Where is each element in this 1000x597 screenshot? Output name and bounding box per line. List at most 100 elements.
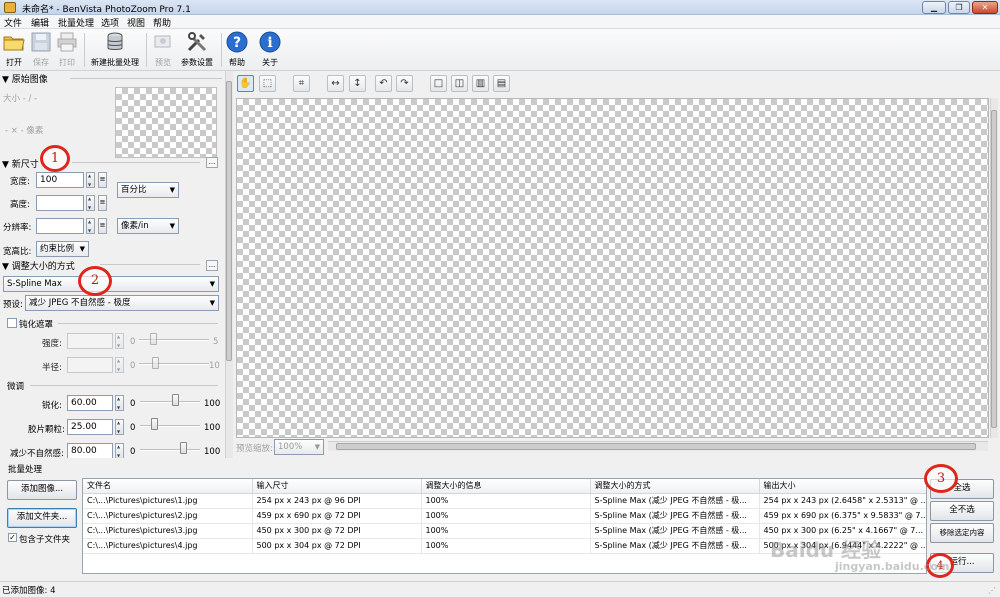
sharpen-slider-track[interactable] [140,401,200,403]
radius-slider-track[interactable] [139,363,209,365]
table-cell: 459 px x 690 px (6.375" x 9.5833" @ 7... [759,508,926,524]
preview-horizontal-scrollbar[interactable] [328,441,988,451]
resize-more-button[interactable]: ... [206,260,218,271]
rotate-left-button[interactable]: ↶ [375,75,392,92]
table-cell: C:\...\Pictures\pictures\4.jpg [83,538,253,554]
grain-slider-thumb[interactable] [151,418,158,430]
scrollbar-thumb[interactable] [336,443,976,450]
table-cell: S-Spline Max (减少 JPEG 不自然感 - 极... [590,538,760,554]
resize-method-header[interactable]: ▼ 调整大小的方式 [2,259,75,272]
radius-input[interactable] [67,357,113,373]
resolution-spinner[interactable] [86,218,95,234]
grain-slider-track[interactable] [140,425,200,427]
print-button[interactable]: 打印 [55,31,79,69]
width-spinner[interactable] [86,172,95,188]
stacked-view-button[interactable]: ▤ [493,75,510,92]
add-image-button[interactable]: 添加图像... [7,480,77,500]
height-input[interactable] [36,195,84,211]
original-image-header[interactable]: ▼ 原始图像 [2,72,48,85]
remove-selected-button[interactable]: 移除选定内容 [930,523,994,543]
artifact-slider-track[interactable] [140,449,200,451]
preset-select[interactable]: 减少 JPEG 不自然感 - 极度 ▼ [25,295,219,311]
height-spinner[interactable] [86,195,95,211]
resolution-unit-select[interactable]: 像素/in ▼ [117,218,179,234]
add-folder-button[interactable]: 添加文件夹... [7,508,77,528]
column-header[interactable]: 输入尺寸 [252,479,422,494]
settings-button[interactable]: 参数设置 [178,31,216,69]
hand-tool-button[interactable]: ✋ [237,75,254,92]
divider [58,323,218,324]
scrollbar-thumb[interactable] [226,81,232,361]
marquee-tool-button[interactable]: ⬚ [259,75,276,92]
new-batch-button[interactable]: 新建批量处理 [88,31,142,69]
sharpen-spinner[interactable] [115,395,124,411]
table-cell: 254 px x 243 px (2.6458" x 2.5313" @ ... [759,493,926,509]
new-size-header[interactable]: ▼ 新尺寸 [2,157,39,170]
include-subfolders-checkbox[interactable]: ✓ [8,533,17,542]
dropdown-arrow-icon: ▼ [209,299,215,307]
close-button[interactable]: ✕ [972,1,998,14]
toolbar: 打开 保存 打印 新建批量处理 预览 参数设置 ? 帮助 i 关于 [0,29,1000,71]
left-panel-scrollbar[interactable] [225,71,233,458]
height-link-button[interactable]: ≡ [98,195,107,211]
resolution-input[interactable] [36,218,84,234]
zoom-select[interactable]: 100% ▼ [274,439,324,455]
artifact-slider-thumb[interactable] [180,442,187,454]
menu-batch[interactable]: 批量处理 [58,16,94,29]
sharpen-input[interactable]: 60.00 [67,395,113,411]
size-unit-select[interactable]: 百分比 ▼ [117,182,179,198]
menu-options[interactable]: 选项 [101,16,119,29]
side-by-side-button[interactable]: ▥ [472,75,489,92]
minimize-button[interactable]: ▁ [922,1,946,14]
artifact-label: 减少不自然感: [10,449,64,458]
select-none-button[interactable]: 全不选 [930,501,994,521]
artifact-spinner[interactable] [115,443,124,458]
table-row[interactable]: C:\...\Pictures\pictures\2.jpg 459 px x 6… [83,508,926,524]
artifact-input[interactable]: 80.00 [67,443,113,458]
single-view-button[interactable]: □ [430,75,447,92]
scrollbar-thumb[interactable] [991,110,997,428]
strength-spinner[interactable] [115,333,124,349]
menu-view[interactable]: 视图 [127,16,145,29]
column-header[interactable]: 调整大小的信息 [421,479,591,494]
open-button[interactable]: 打开 [2,31,26,69]
help-button[interactable]: ? 帮助 [225,31,249,69]
unsharp-mask-checkbox[interactable] [7,318,17,328]
resolution-link-button[interactable]: ≡ [98,218,107,234]
column-header[interactable]: 文件名 [83,479,253,494]
aspect-label: 宽高比: [3,247,32,257]
menu-file[interactable]: 文件 [4,16,22,29]
vertical-arrows-icon: ↕ [353,78,362,89]
radius-spinner[interactable] [115,357,124,373]
new-size-more-button[interactable]: ... [206,157,218,168]
table-row[interactable]: C:\...\Pictures\pictures\1.jpg 254 px x 2… [83,493,926,509]
grain-input[interactable]: 25.00 [67,419,113,435]
menu-help[interactable]: 帮助 [153,16,171,29]
rotate-right-button[interactable]: ↷ [396,75,413,92]
fit-width-button[interactable]: ↔ [327,75,344,92]
column-header[interactable]: 调整大小的方式 [590,479,760,494]
fit-height-button[interactable]: ↕ [349,75,366,92]
radius-slider-thumb[interactable] [152,357,159,369]
sharpen-slider-thumb[interactable] [172,394,179,406]
radius-max: 10 [209,361,220,371]
preview-canvas[interactable] [236,98,989,438]
save-button[interactable]: 保存 [29,31,53,69]
about-button[interactable]: i 关于 [258,31,282,69]
aspect-select[interactable]: 约束比例 ▼ [36,241,89,257]
width-input[interactable]: 100 [36,172,84,188]
height-label: 高度: [10,200,30,210]
menu-edit[interactable]: 编辑 [31,16,49,29]
width-link-button[interactable]: ≡ [98,172,107,188]
strength-input[interactable] [67,333,113,349]
strength-slider-thumb[interactable] [150,333,157,345]
column-header[interactable]: 输出大小 [759,479,926,494]
app-icon [4,2,16,13]
crop-button[interactable]: ⌗ [293,75,310,92]
dropdown-arrow-icon: ▼ [314,443,320,451]
preview-button[interactable]: 预览 [150,31,176,69]
maximize-button[interactable]: ❐ [948,1,970,14]
split-view-button[interactable]: ◫ [451,75,468,92]
grain-spinner[interactable] [115,419,124,435]
preview-vertical-scrollbar[interactable] [990,98,998,438]
